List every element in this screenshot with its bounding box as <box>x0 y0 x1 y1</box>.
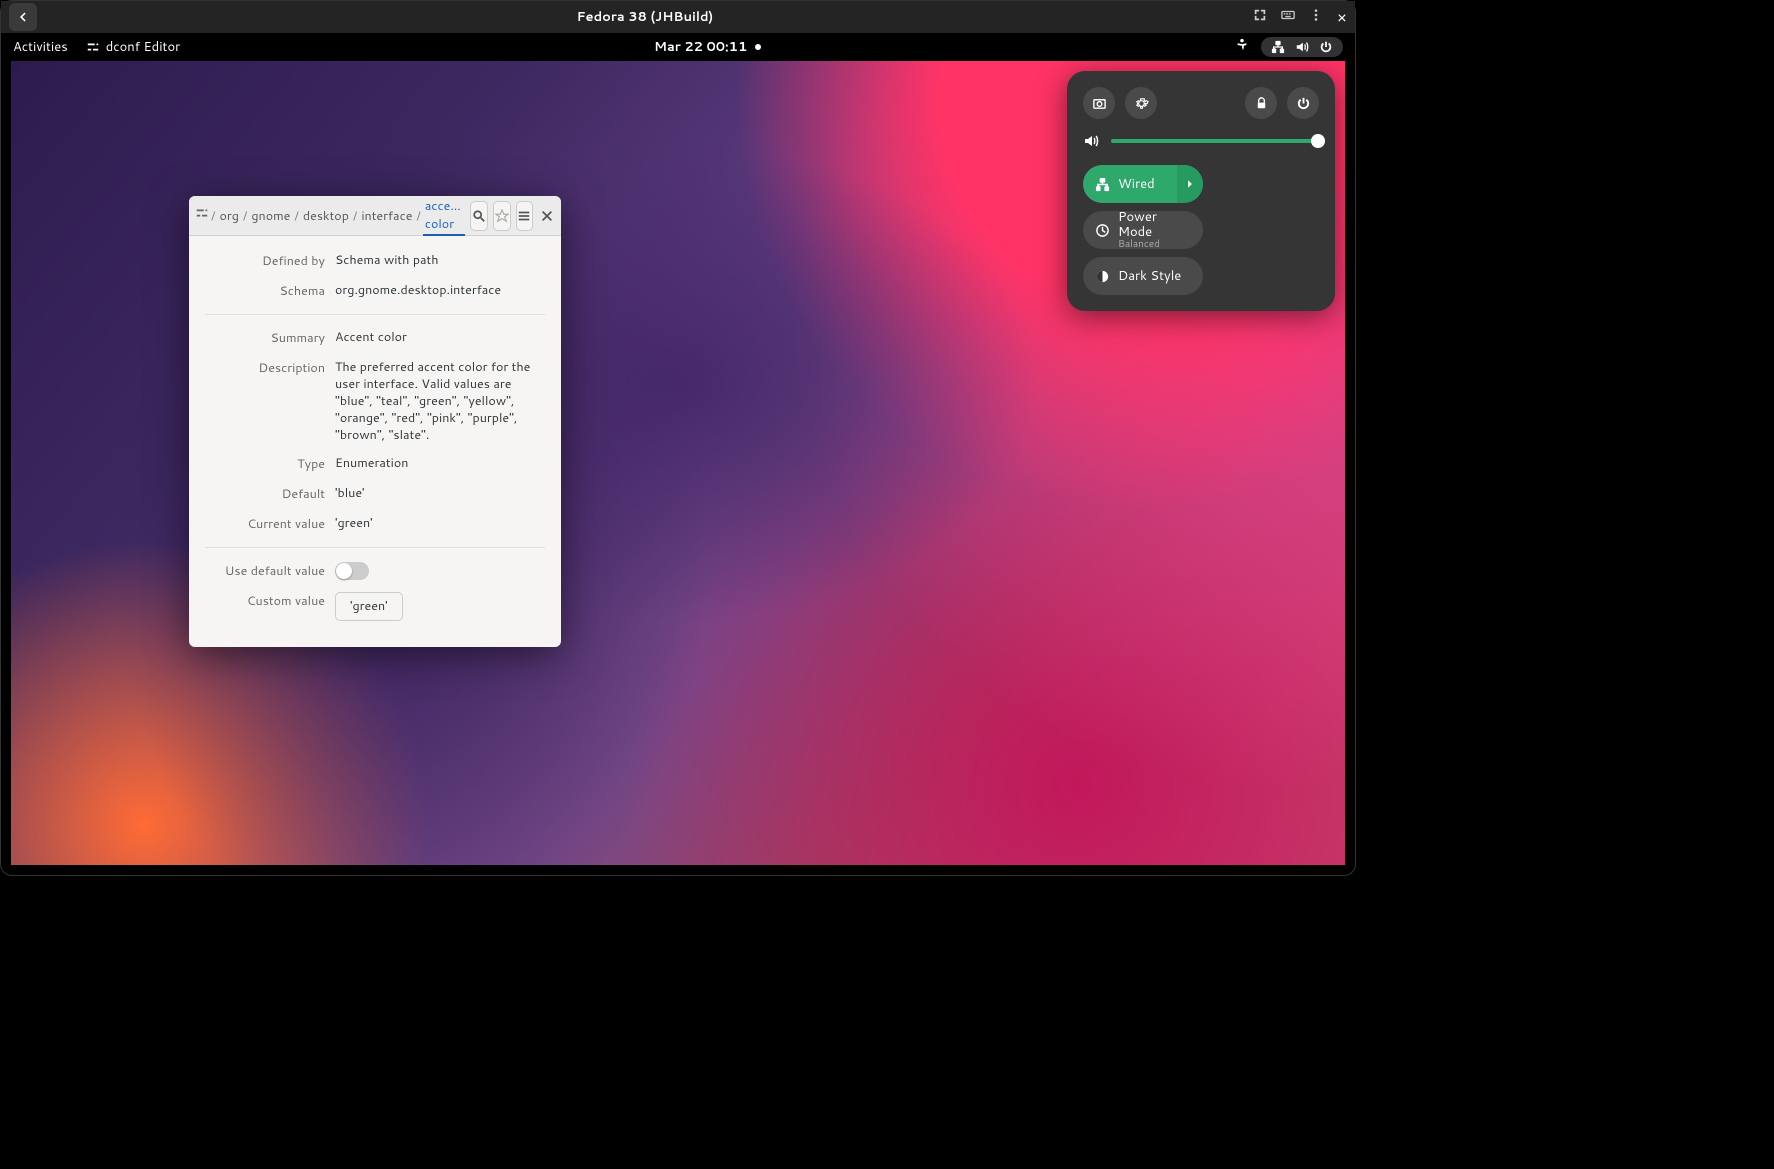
app-menu-button[interactable]: dconf Editor <box>86 38 181 56</box>
definedby-value: Schema with path <box>335 252 545 270</box>
power-mode-label: Power Mode <box>1118 210 1191 239</box>
wired-submenu-button[interactable] <box>1177 165 1203 203</box>
screenshot-button[interactable] <box>1083 87 1115 119</box>
gnome-top-panel: Activities dconf Editor Mar 22 00:11 <box>1 33 1355 61</box>
notification-dot-icon <box>755 44 761 50</box>
dark-style-icon <box>1095 269 1110 284</box>
clock-label: Mar 22 00:11 <box>654 38 747 56</box>
slider-thumb[interactable] <box>1311 134 1325 148</box>
activities-button[interactable]: Activities <box>13 38 68 56</box>
switch-knob <box>336 563 352 579</box>
default-label: Default <box>205 485 335 503</box>
hamburger-menu-button[interactable] <box>516 201 534 231</box>
usedefault-label: Use default value <box>205 562 335 580</box>
volume-slider-row <box>1083 133 1319 149</box>
window-title: Fedora 38 (JHBuild) <box>37 8 1253 26</box>
separator: / <box>294 207 298 225</box>
current-label: Current value <box>205 515 335 533</box>
dconf-body: Defined bySchema with path Schemaorg.gno… <box>189 236 561 647</box>
search-button[interactable] <box>470 201 488 231</box>
dconf-editor-window: / org / gnome / desktop / interface / ac… <box>189 196 561 647</box>
volume-icon <box>1295 40 1309 54</box>
system-status-area[interactable] <box>1261 37 1343 57</box>
app-menu-label: dconf Editor <box>106 38 181 56</box>
breadcrumb-desktop[interactable]: desktop <box>301 205 351 227</box>
chevron-left-icon <box>17 11 29 23</box>
lock-button[interactable] <box>1245 87 1277 119</box>
separator: / <box>353 207 357 225</box>
breadcrumb-interface[interactable]: interface <box>359 205 414 227</box>
power-mode-sublabel: Balanced <box>1118 239 1191 250</box>
menu-dots-icon[interactable] <box>1309 8 1323 27</box>
network-wired-icon <box>1095 177 1110 192</box>
volume-icon <box>1083 133 1099 149</box>
star-icon <box>495 209 509 223</box>
custom-label: Custom value <box>205 592 335 621</box>
type-label: Type <box>205 455 335 473</box>
clock-button[interactable]: Mar 22 00:11 <box>180 38 1235 56</box>
dconf-headerbar: / org / gnome / desktop / interface / ac… <box>189 196 561 236</box>
window-titlebar: Fedora 38 (JHBuild) × <box>1 1 1355 33</box>
summary-value: Accent color <box>335 329 545 347</box>
power-mode-toggle[interactable]: Power Mode Balanced <box>1083 211 1203 249</box>
custom-value-button[interactable]: 'green' <box>335 592 403 621</box>
dark-style-label: Dark Style <box>1118 267 1181 285</box>
power-icon <box>1319 40 1333 54</box>
volume-slider[interactable] <box>1111 139 1319 143</box>
schema-label: Schema <box>205 282 335 300</box>
fullscreen-icon[interactable] <box>1253 8 1267 27</box>
close-icon <box>540 209 554 223</box>
quick-settings-panel: Wired Power Mode Balanced Dark Style <box>1067 71 1335 311</box>
use-default-switch[interactable] <box>335 562 369 580</box>
power-menu-button[interactable] <box>1287 87 1319 119</box>
dark-style-toggle[interactable]: Dark Style <box>1083 257 1203 295</box>
search-icon <box>472 209 486 223</box>
separator: / <box>211 207 215 225</box>
close-button[interactable] <box>538 201 555 231</box>
type-value: Enumeration <box>335 455 545 473</box>
hamburger-icon <box>517 209 531 223</box>
power-mode-icon <box>1095 223 1110 238</box>
summary-label: Summary <box>205 329 335 347</box>
keyboard-icon[interactable] <box>1281 8 1295 27</box>
settings-button[interactable] <box>1125 87 1157 119</box>
path-root-icon[interactable] <box>195 206 209 225</box>
network-wired-icon <box>1271 40 1285 54</box>
description-label: Description <box>205 359 335 443</box>
separator: / <box>243 207 247 225</box>
separator: / <box>416 207 420 225</box>
schema-value: org.gnome.desktop.interface <box>335 282 545 300</box>
breadcrumb-org[interactable]: org <box>217 205 240 227</box>
default-value: 'blue' <box>335 485 545 503</box>
breadcrumb-gnome[interactable]: gnome <box>249 205 292 227</box>
back-button[interactable] <box>9 3 37 31</box>
current-value: 'green' <box>335 515 545 533</box>
accessibility-icon[interactable] <box>1235 38 1249 57</box>
network-wired-toggle[interactable]: Wired <box>1083 165 1203 203</box>
close-button[interactable]: × <box>1337 6 1347 29</box>
bookmark-button[interactable] <box>493 201 511 231</box>
breadcrumb-leaf[interactable]: acce… color <box>423 196 465 236</box>
wired-label: Wired <box>1118 175 1155 193</box>
settings-sliders-icon <box>86 40 100 54</box>
description-value: The preferred accent color for the user … <box>335 359 545 443</box>
chevron-right-icon <box>1185 179 1195 189</box>
definedby-label: Defined by <box>205 252 335 270</box>
